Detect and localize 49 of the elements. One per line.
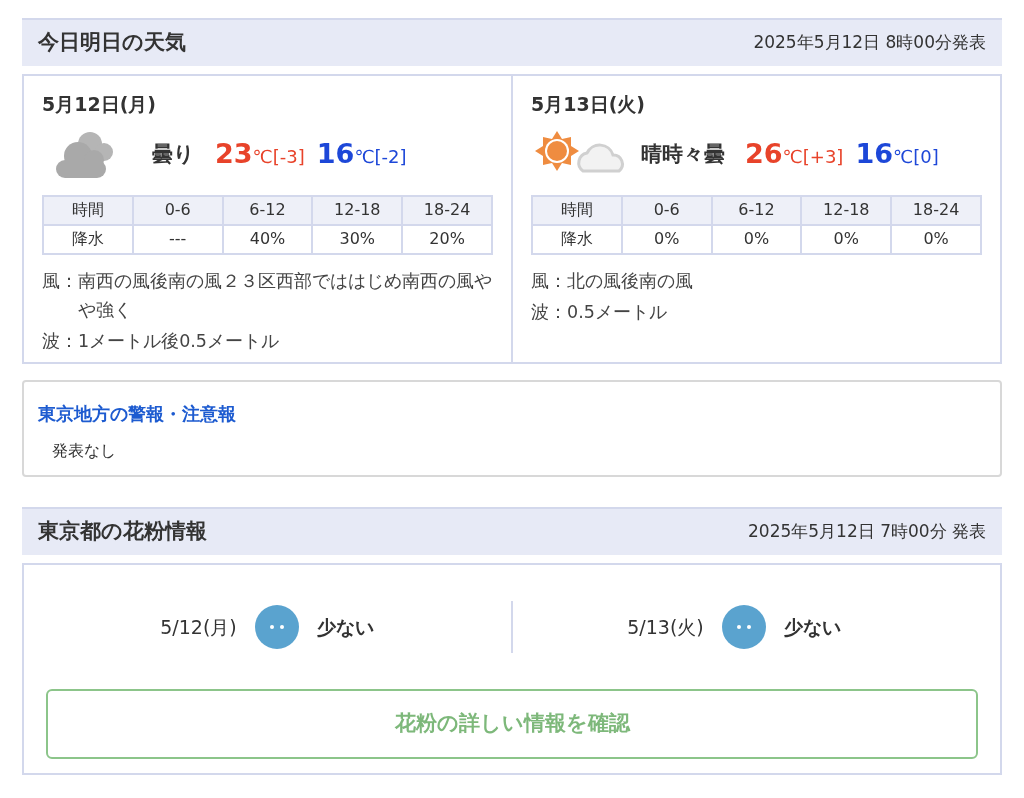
table-cell: 0% — [801, 224, 892, 254]
table-cell: 降水 — [43, 224, 133, 254]
issued-time: 2025年5月12日 7時00分 発表 — [748, 520, 986, 544]
section-title: 今日明日の天気 — [38, 29, 186, 57]
face-icon — [721, 605, 766, 649]
table-header-cell: 0-6 — [132, 195, 223, 225]
issued-time: 2025年5月12日 8時00分発表 — [753, 31, 986, 55]
weather-text: 曇り — [152, 140, 195, 168]
table-header-cell: 時間 — [43, 195, 133, 225]
table-cell: 30% — [312, 224, 403, 254]
day-date: 5月13日(火) — [531, 92, 647, 117]
weather-text: 晴時々曇 — [641, 140, 725, 168]
warnings-title: 東京地方の警報・注意報 — [38, 402, 237, 426]
high-temperature: 23℃[-3] — [215, 137, 305, 172]
table-cell: 0% — [711, 224, 802, 254]
pollen-date: 5/13(火) — [627, 614, 704, 640]
table-cell: 20% — [402, 224, 492, 254]
table-header-cell: 6-12 — [711, 195, 802, 225]
table-header-cell: 12-18 — [801, 195, 892, 225]
wind-text: 南西の風後南の風２３区西部でははじめ南西の風やや強く — [78, 269, 493, 322]
table-header-cell: 6-12 — [222, 195, 313, 225]
wind-label: 風： — [42, 269, 78, 293]
wave-label: 波： — [42, 329, 78, 353]
table-cell: 降水 — [532, 224, 622, 254]
wave-label: 波： — [531, 300, 567, 324]
pollen-level: 少ない — [316, 614, 375, 640]
face-icon — [254, 605, 299, 649]
warnings-text: 発表なし — [52, 440, 117, 462]
table-cell: 0% — [891, 224, 981, 254]
wind-text: 北の風後南の風 — [567, 269, 693, 293]
pollen-level: 少ない — [783, 614, 842, 640]
table-header-cell: 12-18 — [312, 195, 403, 225]
pollen-date: 5/12(月) — [160, 614, 237, 640]
wind-label: 風： — [531, 269, 567, 293]
table-header-cell: 時間 — [532, 195, 622, 225]
table-header-cell: 18-24 — [402, 195, 492, 225]
day-date: 5月12日(月) — [42, 92, 158, 117]
table-header-cell: 18-24 — [891, 195, 981, 225]
table-cell: --- — [132, 224, 223, 254]
table-header-cell: 0-6 — [621, 195, 712, 225]
table-cell: 0% — [621, 224, 712, 254]
low-temperature: 16℃[-2] — [316, 137, 407, 172]
low-temperature: 16℃[0] — [855, 137, 939, 172]
wave-text: 1メートル後0.5メートル — [78, 329, 279, 353]
wave-text: 0.5メートル — [567, 300, 667, 324]
table-cell: 40% — [222, 224, 313, 254]
high-temperature: 26℃[+3] — [745, 137, 844, 172]
section-title: 東京都の花粉情報 — [38, 518, 207, 546]
pollen-details-button[interactable]: 花粉の詳しい情報を確認 — [46, 689, 978, 759]
